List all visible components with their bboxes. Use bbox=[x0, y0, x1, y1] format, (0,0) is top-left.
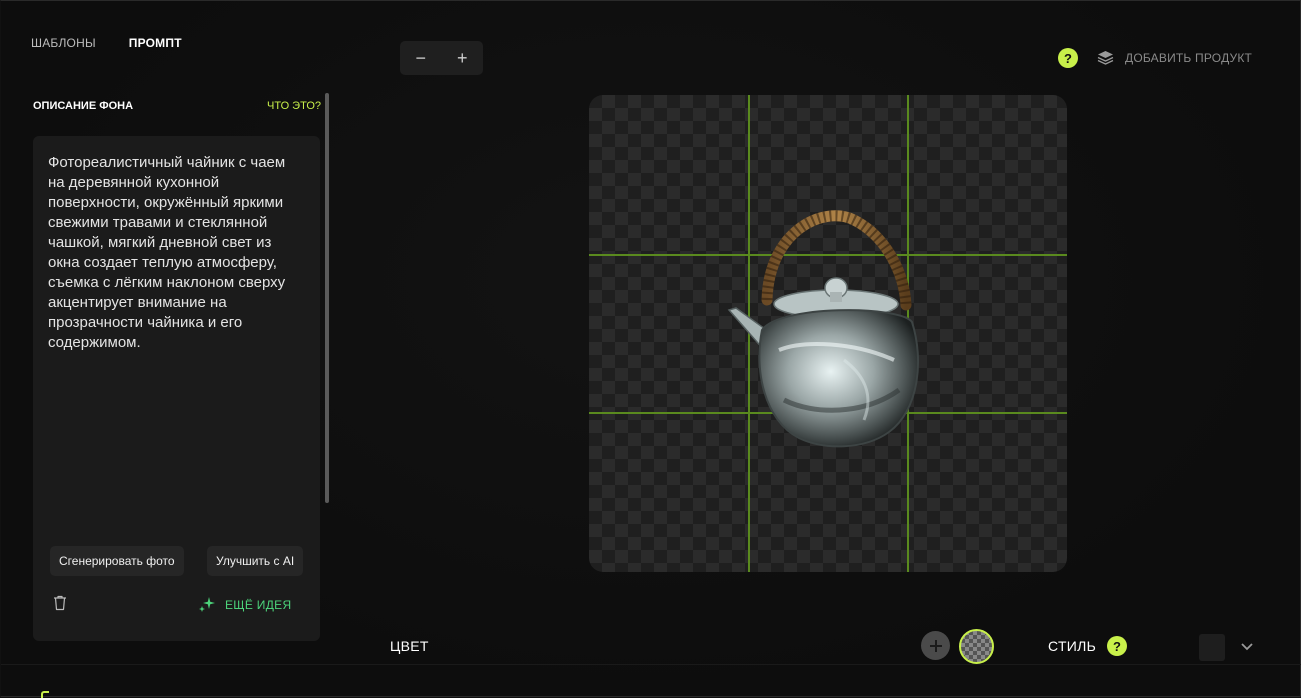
color-section-label: ЦВЕТ bbox=[390, 638, 429, 654]
zoom-control: − + bbox=[400, 41, 483, 75]
style-thumbnail[interactable] bbox=[1199, 634, 1225, 661]
zoom-out-button[interactable]: − bbox=[406, 43, 436, 73]
improve-with-ai-button[interactable]: Улучшить с AI bbox=[207, 546, 304, 576]
tab-templates[interactable]: ШАБЛОНЫ bbox=[31, 36, 96, 50]
more-ideas-label: ЕЩЁ ИДЕЯ bbox=[225, 598, 292, 612]
chevron-down-icon[interactable] bbox=[1239, 639, 1255, 653]
zoom-in-button[interactable]: + bbox=[447, 43, 477, 73]
prompt-card: Фотореалистичный чайник с чаем на деревя… bbox=[33, 136, 320, 641]
panel-scrollbar[interactable] bbox=[325, 93, 329, 503]
panel-header: ОПИСАНИЕ ФОНА ЧТО ЭТО? bbox=[33, 100, 321, 112]
add-product-label: ДОБАВИТЬ ПРОДУКТ bbox=[1125, 50, 1253, 65]
app-window: ШАБЛОНЫ ПРОМПТ ОПИСАНИЕ ФОНА ЧТО ЭТО? Фо… bbox=[0, 0, 1301, 698]
mode-tabs: ШАБЛОНЫ ПРОМПТ bbox=[31, 36, 182, 50]
prompt-textarea[interactable]: Фотореалистичный чайник с чаем на деревя… bbox=[48, 153, 303, 353]
product-canvas[interactable] bbox=[589, 95, 1067, 572]
add-product-button[interactable]: ДОБАВИТЬ ПРОДУКТ bbox=[1097, 50, 1252, 65]
teapot-product-image[interactable] bbox=[724, 210, 939, 450]
style-section-label: СТИЛЬ bbox=[1048, 638, 1097, 654]
style-help-icon[interactable]: ? bbox=[1107, 636, 1127, 656]
divider bbox=[1, 664, 1301, 665]
trash-icon[interactable] bbox=[53, 595, 67, 611]
tab-prompt[interactable]: ПРОМПТ bbox=[129, 36, 182, 50]
plus-icon bbox=[929, 639, 942, 652]
transparent-swatch-icon[interactable] bbox=[959, 629, 994, 664]
more-ideas-button[interactable]: ЕЩЁ ИДЕЯ bbox=[198, 596, 291, 614]
what-is-this-link[interactable]: ЧТО ЭТО? bbox=[267, 100, 321, 112]
generate-photo-button[interactable]: Сгенерировать фото bbox=[50, 546, 184, 576]
panel-title: ОПИСАНИЕ ФОНА bbox=[33, 100, 134, 112]
sparkle-icon bbox=[199, 597, 215, 612]
layers-icon bbox=[1097, 51, 1114, 65]
help-icon[interactable]: ? bbox=[1058, 48, 1078, 68]
add-color-button[interactable] bbox=[921, 631, 950, 660]
